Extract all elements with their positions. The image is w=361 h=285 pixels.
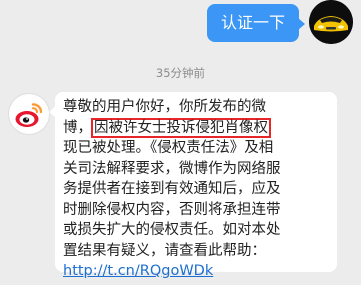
help-link[interactable]: http://t.cn/RQgoWDk	[63, 263, 213, 279]
help-link-line: http://t.cn/RQgoWDk	[63, 261, 333, 282]
outgoing-message-bubble[interactable]: 认证一下	[206, 4, 306, 42]
message-line: 或损失扩大的侵权责任。如对本处	[63, 222, 281, 238]
outgoing-message-text: 认证一下	[220, 13, 285, 32]
incoming-message-text: 尊敬的用户你好，你所发布的微 博， 因被许女士投诉侵犯肖像权 现已被处理。《侵权责…	[63, 97, 333, 282]
highlighted-reason: 因被许女士投诉侵犯肖像权	[91, 117, 271, 138]
outgoing-message-row: 认证一下	[0, 0, 361, 50]
message-line: 现已被处理。《侵权责任法》及相	[63, 140, 274, 156]
chat-screen: 认证一下 35分钟前 尊敬的用户你好，你所发布的微 博， 因被许女士投诉侵犯肖像…	[0, 0, 361, 285]
message-timestamp: 35分钟前	[155, 66, 206, 80]
user-avatar[interactable]	[309, 0, 353, 44]
message-line-with-highlight: 博， 因被许女士投诉侵犯肖像权	[63, 117, 333, 139]
message-line: 关司法解释要求，微博作为网络服	[63, 160, 281, 177]
incoming-message-bubble[interactable]: 尊敬的用户你好，你所发布的微 博， 因被许女士投诉侵犯肖像权 现已被处理。《侵权责…	[49, 92, 337, 279]
message-line: 尊敬的用户你好，你所发布的微	[63, 99, 266, 115]
car-avatar-icon	[309, 0, 353, 44]
message-line: 务提供者在接到有效通知后，应及	[63, 181, 281, 197]
message-line: 时删除侵权内容，否则将承担连带	[63, 201, 281, 218]
weibo-logo-icon	[15, 103, 43, 127]
message-line: 置结果有疑义，请查看此帮助：	[63, 242, 266, 259]
message-line-part: 博，	[63, 119, 92, 136]
sender-avatar[interactable]	[8, 93, 50, 135]
